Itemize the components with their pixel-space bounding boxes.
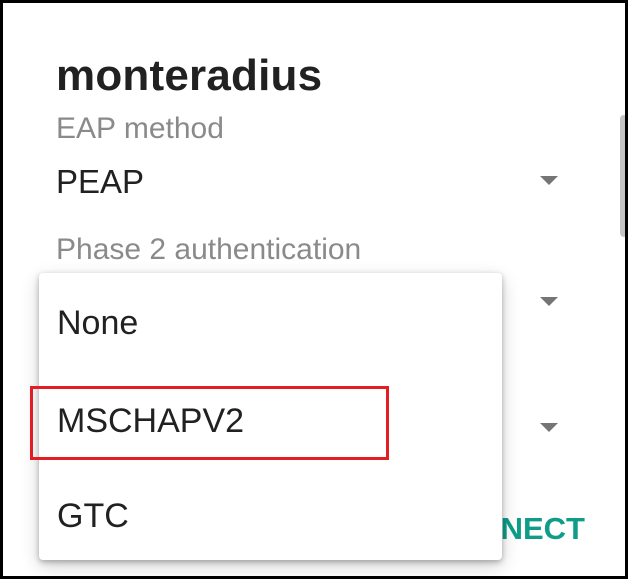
menu-item-mschapv2[interactable]: MSCHAPV2 <box>39 381 502 461</box>
phase2-auth-label: Phase 2 authentication <box>56 233 362 266</box>
menu-item-gtc[interactable]: GTC <box>39 476 502 556</box>
menu-item-none[interactable]: None <box>39 283 502 363</box>
eap-method-label: EAP method <box>56 112 224 145</box>
phase2-dropdown-menu: None MSCHAPV2 GTC <box>39 273 502 560</box>
eap-method-value: PEAP <box>56 163 145 200</box>
wifi-dialog: monteradius EAP method PEAP Phase 2 auth… <box>0 0 628 579</box>
caret-down-icon <box>540 297 558 306</box>
caret-down-icon <box>540 176 558 185</box>
caret-down-icon <box>540 423 558 432</box>
dialog-title: monteradius <box>56 51 323 100</box>
scrollbar[interactable] <box>620 115 625 237</box>
